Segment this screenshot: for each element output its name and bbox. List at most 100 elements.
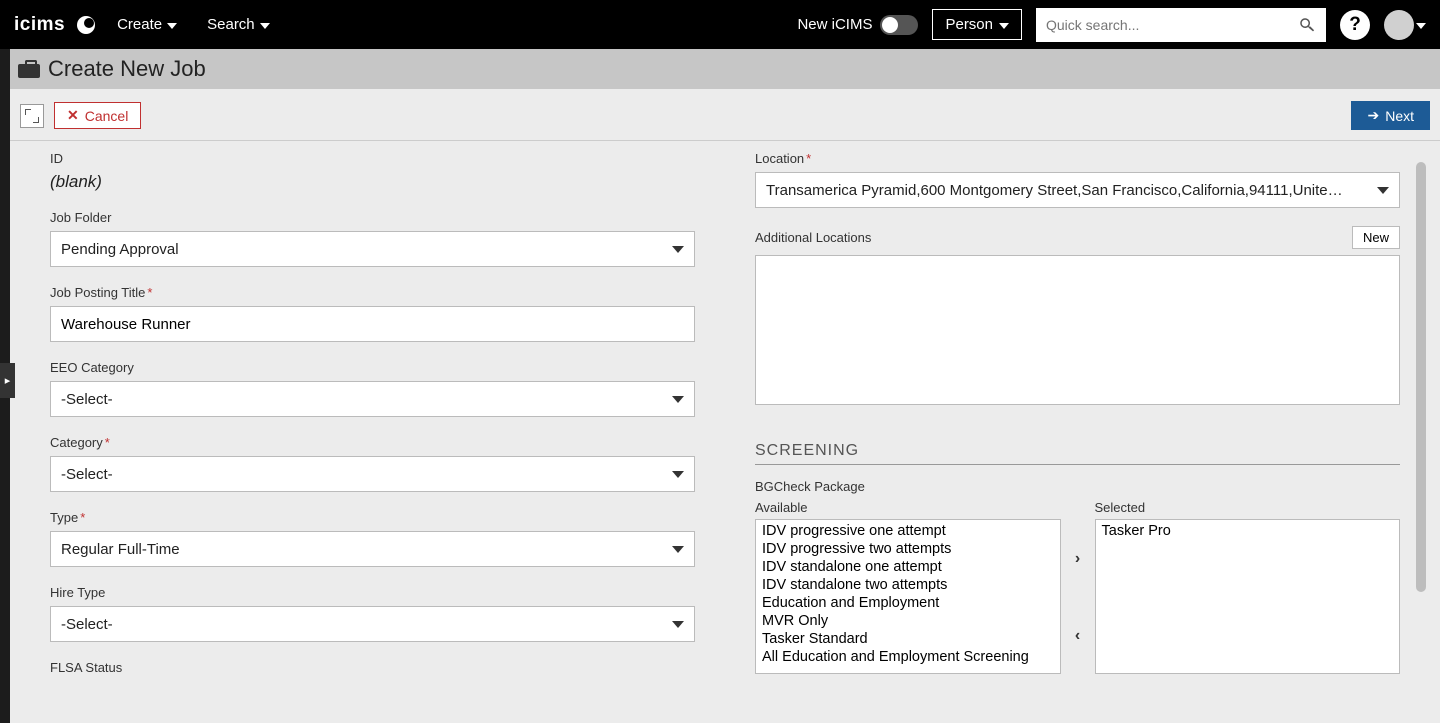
list-item[interactable]: Education and Employment <box>758 594 1058 612</box>
quick-search-input[interactable] <box>1046 17 1298 33</box>
page-title: Create New Job <box>48 56 206 82</box>
chevron-down-icon <box>167 23 177 29</box>
move-left-button[interactable]: ‹ <box>1069 627 1087 645</box>
type-label: Type* <box>50 510 695 525</box>
inner-scrollbar-thumb[interactable] <box>1416 162 1426 592</box>
type-value: Regular Full-Time <box>61 541 180 558</box>
hire-type-select[interactable]: -Select- <box>50 606 695 642</box>
selected-listbox[interactable]: Tasker Pro <box>1095 519 1401 674</box>
toggle-switch[interactable] <box>880 15 918 35</box>
cancel-button[interactable]: ✕ Cancel <box>54 102 141 129</box>
bgcheck-label: BGCheck Package <box>755 479 1400 494</box>
location-label: Location* <box>755 151 1400 166</box>
new-location-button[interactable]: New <box>1352 226 1400 249</box>
screening-section-header: SCREENING <box>755 442 1400 465</box>
chevron-down-icon <box>672 471 684 478</box>
left-column: ID (blank) Job Folder Pending Approval J… <box>50 151 695 692</box>
list-item[interactable]: IDV standalone two attempts <box>758 576 1058 594</box>
chevron-down-icon <box>260 23 270 29</box>
list-item[interactable]: Tasker Pro <box>1098 522 1398 540</box>
field-id: ID (blank) <box>50 151 695 192</box>
id-label: ID <box>50 151 695 166</box>
list-item[interactable]: IDV standalone one attempt <box>758 558 1058 576</box>
top-navbar: icims Create Search New iCIMS Person ? <box>0 0 1440 49</box>
job-posting-title-field[interactable] <box>61 316 684 333</box>
briefcase-icon <box>18 60 40 78</box>
avatar <box>1384 10 1414 40</box>
field-category: Category* -Select- <box>50 435 695 492</box>
user-menu[interactable] <box>1384 10 1426 40</box>
nav-search[interactable]: Search <box>199 16 278 33</box>
arrow-right-icon: ➔ <box>1367 107 1379 124</box>
field-job-posting-title: Job Posting Title* <box>50 285 695 342</box>
additional-locations-box[interactable] <box>755 255 1400 405</box>
id-value: (blank) <box>50 172 695 192</box>
bgcheck-duallist: Available IDV progressive one attemptIDV… <box>755 500 1400 674</box>
chevron-down-icon <box>1377 187 1389 194</box>
search-type-label: Person <box>945 16 993 33</box>
job-folder-value: Pending Approval <box>61 241 179 258</box>
next-button[interactable]: ➔ Next <box>1351 101 1430 130</box>
chevron-down-icon <box>672 546 684 553</box>
chevron-down-icon <box>672 621 684 628</box>
field-location: Location* Transamerica Pyramid,600 Montg… <box>755 151 1400 208</box>
toggle-label: New iCIMS <box>797 16 872 33</box>
location-select[interactable]: Transamerica Pyramid,600 Montgomery Stre… <box>755 172 1400 208</box>
job-folder-select[interactable]: Pending Approval <box>50 231 695 267</box>
hire-type-label: Hire Type <box>50 585 695 600</box>
flsa-status-label: FLSA Status <box>50 660 695 675</box>
job-posting-title-label: Job Posting Title* <box>50 285 695 300</box>
category-select[interactable]: -Select- <box>50 456 695 492</box>
brand-logo-text: icims <box>14 14 65 36</box>
chevron-down-icon <box>672 246 684 253</box>
page-area: Create New Job ✕ Cancel ➔ Next ID (blank… <box>10 49 1440 723</box>
form-body: ID (blank) Job Folder Pending Approval J… <box>10 141 1440 723</box>
new-icims-toggle[interactable]: New iCIMS <box>797 15 918 35</box>
field-flsa-status: FLSA Status <box>50 660 695 675</box>
chevron-down-icon <box>672 396 684 403</box>
eeo-category-label: EEO Category <box>50 360 695 375</box>
field-additional-locations: Additional Locations New <box>755 226 1400 410</box>
chevron-down-icon <box>1416 23 1426 29</box>
search-type-dropdown[interactable]: Person <box>932 9 1022 40</box>
nav-search-label: Search <box>207 16 255 33</box>
field-job-folder: Job Folder Pending Approval <box>50 210 695 267</box>
help-icon[interactable]: ? <box>1340 10 1370 40</box>
cancel-button-label: Cancel <box>85 108 129 124</box>
field-hire-type: Hire Type -Select- <box>50 585 695 642</box>
category-label: Category* <box>50 435 695 450</box>
job-folder-label: Job Folder <box>50 210 695 225</box>
available-column: Available IDV progressive one attemptIDV… <box>755 500 1061 674</box>
nav-create-label: Create <box>117 16 162 33</box>
duallist-move-buttons: › ‹ <box>1069 500 1087 674</box>
list-item[interactable]: Tasker Standard <box>758 630 1058 648</box>
selected-column: Selected Tasker Pro <box>1095 500 1401 674</box>
type-select[interactable]: Regular Full-Time <box>50 531 695 567</box>
field-eeo-category: EEO Category -Select- <box>50 360 695 417</box>
list-item[interactable]: All Education and Employment Screening <box>758 648 1058 666</box>
job-posting-title-input[interactable] <box>50 306 695 342</box>
nav-create[interactable]: Create <box>109 16 185 33</box>
location-value: Transamerica Pyramid,600 Montgomery Stre… <box>766 182 1365 199</box>
move-right-button[interactable]: › <box>1069 550 1087 568</box>
list-item[interactable]: MVR Only <box>758 612 1058 630</box>
available-label: Available <box>755 500 1061 515</box>
next-button-label: Next <box>1385 108 1414 124</box>
hire-type-value: -Select- <box>61 616 113 633</box>
action-bar: ✕ Cancel ➔ Next <box>10 89 1440 141</box>
list-item[interactable]: IDV progressive one attempt <box>758 522 1058 540</box>
additional-locations-label: Additional Locations <box>755 230 871 245</box>
brand-logo-icon <box>77 16 95 34</box>
available-listbox[interactable]: IDV progressive one attemptIDV progressi… <box>755 519 1061 674</box>
field-bgcheck-package: BGCheck Package Available IDV progressiv… <box>755 479 1400 674</box>
expand-sidebar-button[interactable]: ▸ <box>0 363 15 398</box>
inner-scrollbar-track[interactable] <box>1416 144 1426 713</box>
fullscreen-button[interactable] <box>20 104 44 128</box>
category-value: -Select- <box>61 466 113 483</box>
eeo-category-select[interactable]: -Select- <box>50 381 695 417</box>
list-item[interactable]: IDV progressive two attempts <box>758 540 1058 558</box>
right-column: Location* Transamerica Pyramid,600 Montg… <box>755 151 1400 692</box>
quick-search-box[interactable] <box>1036 8 1326 42</box>
selected-label: Selected <box>1095 500 1401 515</box>
chevron-down-icon <box>999 23 1009 29</box>
